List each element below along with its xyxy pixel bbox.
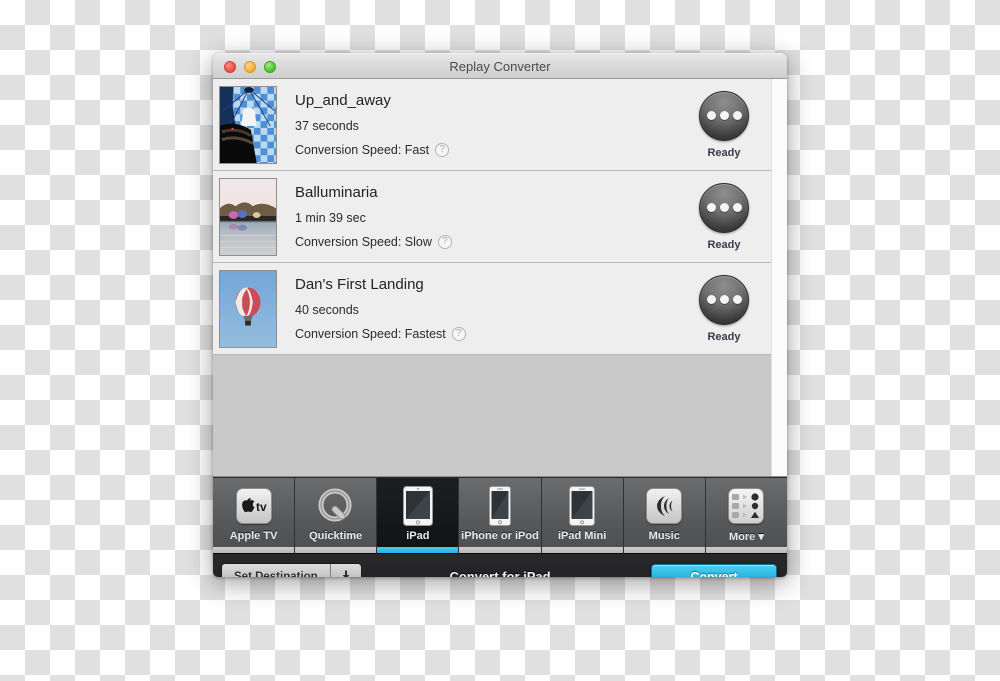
bottom-action-bar: Set Destination Convert for iPad Convert: [213, 553, 787, 577]
status-action-button[interactable]: [699, 274, 749, 325]
list-item[interactable]: Balluminaria 1 min 39 sec Conversion Spe…: [213, 171, 772, 263]
ellipsis-dot-icon: [706, 295, 716, 304]
save-to-disk-icon[interactable]: [330, 563, 361, 577]
list-item-info: Balluminaria 1 min 39 sec Conversion Spe…: [295, 184, 678, 249]
ellipsis-dot-icon: [706, 203, 716, 212]
more-grid-icon: [728, 486, 765, 526]
device-tab-strip: tv Apple TV Quicktime iPad iPhone or iPo…: [213, 477, 787, 553]
list-item[interactable]: Dan's First Landing 40 seconds Conversio…: [213, 263, 772, 355]
status-badge: Ready: [707, 238, 741, 251]
tab-label: iPad: [406, 530, 430, 542]
list-item-speed: Conversion Speed: Fast ?: [295, 143, 678, 157]
ellipsis-dot-icon: [732, 203, 742, 212]
tab-label: Quicktime: [309, 530, 363, 542]
help-icon[interactable]: ?: [435, 143, 450, 157]
list-item-title: Up_and_away: [295, 92, 391, 109]
vertical-scrollbar[interactable]: [771, 79, 787, 476]
ellipsis-dot-icon: [732, 111, 742, 120]
list-item-duration: 37 seconds: [295, 119, 359, 133]
conversion-list: Up_and_away 37 seconds Conversion Speed:…: [213, 79, 772, 355]
tab-label: Apple TV: [229, 530, 278, 542]
ellipsis-dot-icon: [719, 111, 729, 120]
list-item-duration: 40 seconds: [295, 303, 359, 317]
status-action-button[interactable]: [699, 90, 749, 141]
video-thumbnail[interactable]: [219, 269, 277, 348]
ellipsis-dot-icon: [719, 203, 729, 212]
conversion-list-area: Up_and_away 37 seconds Conversion Speed:…: [213, 79, 787, 477]
tab-music[interactable]: Music: [623, 478, 706, 553]
app-window: Replay Converter Up_and_away 37 seconds …: [213, 53, 787, 577]
svg-text:tv: tv: [256, 500, 267, 514]
set-destination-button[interactable]: Set Destination: [222, 563, 331, 577]
status-badge: Ready: [707, 146, 741, 159]
list-item-duration: 1 min 39 sec: [295, 211, 366, 225]
ellipsis-dot-icon: [706, 111, 716, 120]
list-item-title: Dan's First Landing: [295, 276, 424, 293]
status-action-button[interactable]: [699, 182, 749, 233]
quicktime-icon: [317, 486, 355, 526]
list-item-speed: Conversion Speed: Fastest ?: [295, 327, 678, 341]
tab-ipad-mini[interactable]: iPad Mini: [541, 478, 624, 553]
tab-label: Music: [648, 530, 680, 542]
list-item-info: Up_and_away 37 seconds Conversion Speed:…: [295, 92, 678, 157]
ellipsis-dot-icon: [732, 295, 742, 304]
tab-quicktime[interactable]: Quicktime: [295, 478, 378, 553]
tab-ipad[interactable]: iPad: [377, 478, 460, 553]
tab-iphone-or-ipod[interactable]: iPhone or iPod: [459, 478, 542, 553]
apple-tv-icon: tv: [235, 486, 272, 526]
list-item-speed-label: Conversion Speed: Fast: [295, 143, 430, 157]
list-item-status: Ready: [678, 182, 770, 251]
list-item-status: Ready: [678, 274, 770, 343]
set-destination-group: Set Destination: [221, 562, 362, 577]
tab-label: iPad Mini: [557, 530, 607, 542]
list-item-speed-label: Conversion Speed: Fastest: [295, 327, 446, 341]
ipad-mini-icon: [569, 486, 596, 526]
window-title-bar: Replay Converter: [213, 53, 787, 79]
video-thumbnail[interactable]: [219, 177, 277, 256]
help-icon[interactable]: ?: [437, 235, 452, 249]
speaker-icon: [646, 486, 683, 526]
tab-more[interactable]: More ▾: [705, 478, 787, 553]
iphone-icon: [488, 486, 511, 526]
list-item-title: Balluminaria: [295, 184, 378, 201]
ipad-icon: [402, 486, 433, 526]
tab-apple-tv[interactable]: tv Apple TV: [213, 478, 296, 553]
window-title: Replay Converter: [449, 59, 551, 74]
list-item-info: Dan's First Landing 40 seconds Conversio…: [295, 276, 678, 341]
help-icon[interactable]: ?: [451, 327, 466, 341]
tab-label: More ▾: [728, 531, 764, 543]
tab-label: iPhone or iPod: [461, 530, 539, 542]
status-badge: Ready: [707, 330, 741, 343]
convert-button[interactable]: Convert: [651, 563, 777, 577]
list-item-speed-label: Conversion Speed: Slow: [295, 235, 432, 249]
ellipsis-dot-icon: [719, 295, 729, 304]
list-item-status: Ready: [678, 90, 770, 159]
list-item-speed: Conversion Speed: Slow ?: [295, 235, 678, 249]
list-item[interactable]: Up_and_away 37 seconds Conversion Speed:…: [213, 79, 772, 171]
video-thumbnail[interactable]: [219, 85, 277, 164]
